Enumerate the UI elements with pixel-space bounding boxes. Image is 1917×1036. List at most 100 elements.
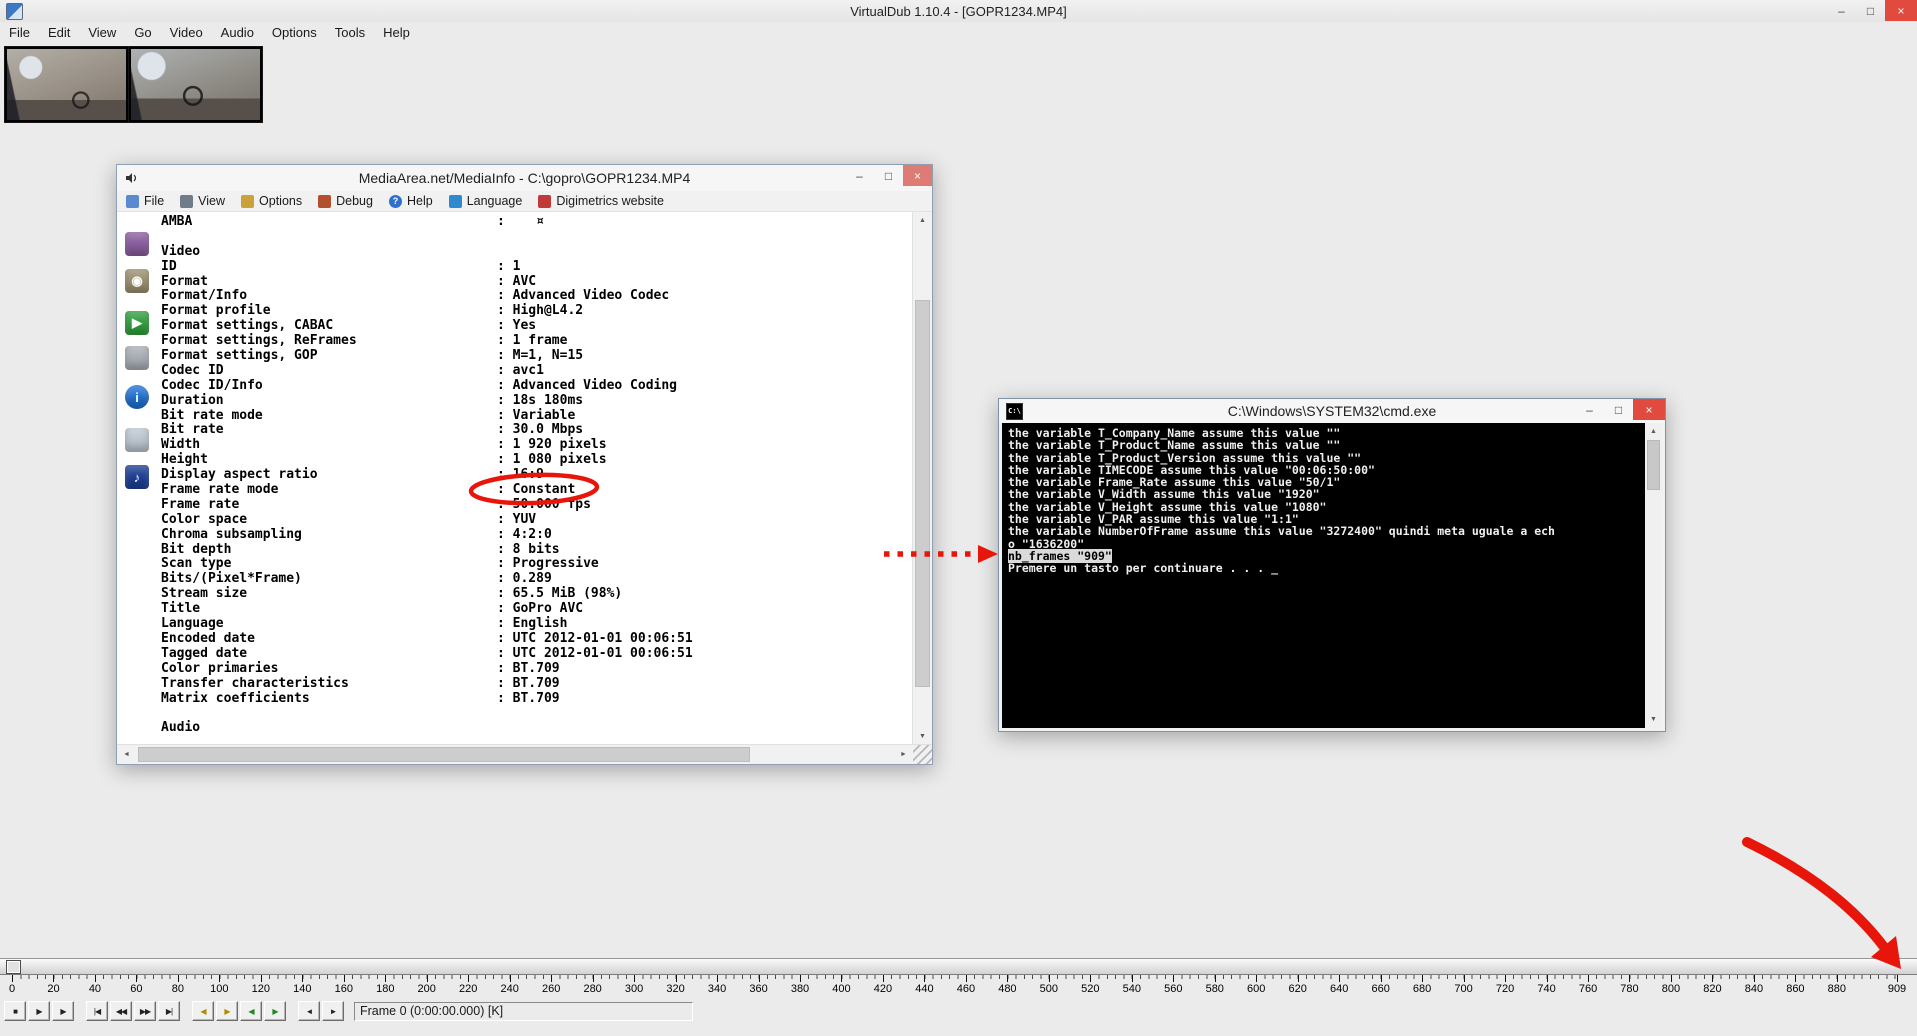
close-icon[interactable]: × — [1633, 399, 1665, 420]
mediainfo-row: Language: English — [161, 616, 908, 632]
seek-slider-thumb[interactable] — [6, 960, 21, 974]
mediainfo-row: Codec ID/Info: Advanced Video Coding — [161, 377, 908, 394]
mediainfo-row: Height: 1 080 pixels — [161, 452, 908, 468]
timeline-tick-label: 80 — [171, 983, 185, 995]
close-icon[interactable]: × — [903, 165, 932, 186]
mediainfo-row-label: Format settings, ReFrames — [161, 333, 357, 349]
timeline-tick — [1753, 975, 1755, 982]
mediainfo-row-label: Bit rate — [161, 422, 224, 438]
prev-scene-button[interactable]: ◀ — [240, 1001, 262, 1021]
go-to-end-button[interactable]: ▶| — [158, 1001, 180, 1021]
cmd-window: C:\ C:\Windows\SYSTEM32\cmd.exe – □ × th… — [998, 398, 1666, 732]
forward-button[interactable]: ▶▶ — [134, 1001, 156, 1021]
mediainfo-row-value: : 16:9 — [497, 467, 544, 483]
playback-buttons: ■ ▶ ▶ |◀ ◀◀ ▶▶ ▶| ◀ ▶ ◀ ▶ ◄ ► — [4, 1001, 344, 1021]
mediainfo-row-value: : 50.000 fps — [497, 496, 591, 512]
minimize-icon[interactable]: – — [1827, 0, 1856, 21]
input-video-pane — [4, 46, 129, 123]
mediainfo-toolbar: File View Options Debug ? Help Language Digimet… — [117, 191, 932, 212]
timeline-ruler[interactable]: 0 20 40 60 80 100 120 140 160 180 200 220 240 260 280 3… — [0, 975, 1917, 999]
mediainfo-toolbar-digimetrics-website[interactable]: Digimetrics website — [538, 194, 664, 208]
vertical-scrollbar[interactable]: ▲ ▼ — [912, 212, 932, 745]
mediainfo-title: MediaArea.net/MediaInfo - C:\gopro\GOPR1… — [358, 170, 691, 186]
timeline-tick — [592, 975, 594, 982]
play-output-button[interactable]: ▶ — [52, 1001, 74, 1021]
mediainfo-row-label: Format/Info — [161, 288, 248, 304]
horizontal-scroll-track[interactable] — [136, 745, 894, 764]
console-scrollbar[interactable]: ▲ ▼ — [1645, 423, 1662, 728]
play-input-button[interactable]: ▶ — [28, 1001, 50, 1021]
menu-item-go[interactable]: Go — [125, 23, 160, 42]
mediainfo-toolbar-debug[interactable]: Debug — [318, 194, 373, 208]
mediainfo-toolbar-file[interactable]: File — [126, 194, 164, 208]
timeline-tick-label: 740 — [1537, 983, 1556, 995]
mark-in-button[interactable]: ◄ — [298, 1001, 320, 1021]
virtualdub-main-window: VirtualDub 1.10.4 - [GOPR1234.MP4] – □ ×… — [0, 0, 1917, 1036]
horizontal-scrollbar-thumb[interactable] — [138, 747, 750, 762]
maximize-icon[interactable]: □ — [1604, 399, 1633, 420]
mediainfo-toolbar-view[interactable]: View — [180, 194, 225, 208]
toolbar-label: Options — [259, 194, 303, 208]
prev-keyframe-button[interactable]: ◀ — [192, 1001, 214, 1021]
timeline-tick — [94, 975, 96, 982]
mark-out-button[interactable]: ► — [322, 1001, 344, 1021]
timeline-tick-label: 460 — [956, 983, 976, 995]
next-scene-button[interactable]: ▶ — [264, 1001, 286, 1021]
mediainfo-row-value: : Variable — [497, 407, 576, 423]
menu-item-video[interactable]: Video — [161, 23, 212, 42]
mediainfo-toolbar-help[interactable]: ? Help — [388, 194, 433, 208]
mediainfo-toolbar-options[interactable]: Options — [241, 194, 302, 208]
timeline-tick-label: 680 — [1412, 983, 1432, 995]
go-to-start-button[interactable]: |◀ — [86, 1001, 108, 1021]
timeline-tick — [53, 975, 55, 982]
mediainfo-row: Transfer characteristics: BT.709 — [161, 676, 908, 692]
mediainfo-row-value: : BT.709 — [497, 690, 560, 706]
menu-item-file[interactable]: File — [0, 23, 39, 42]
scroll-up-icon[interactable]: ▲ — [913, 212, 932, 229]
scroll-up-icon[interactable]: ▲ — [1645, 423, 1662, 440]
mediainfo-row-value: : Advanced Video Coding — [497, 377, 678, 393]
stop-button[interactable]: ■ — [4, 1001, 26, 1021]
mediainfo-row: Duration: 18s 180ms — [161, 393, 908, 409]
timeline-tick — [1836, 975, 1838, 982]
scroll-right-icon[interactable]: ► — [894, 745, 913, 764]
menu-item-options[interactable]: Options — [263, 23, 326, 42]
timeline-tick — [509, 975, 511, 982]
timeline-tick — [924, 975, 926, 982]
mediainfo-toolbar-language[interactable]: Language — [448, 194, 522, 208]
minimize-icon[interactable]: – — [845, 165, 874, 186]
scroll-down-icon[interactable]: ▼ — [913, 728, 932, 745]
info-icon: i — [125, 385, 149, 409]
next-keyframe-button[interactable]: ▶ — [216, 1001, 238, 1021]
scrollbar-thumb[interactable] — [915, 300, 930, 687]
console-line: the variable NumberOfFrame assume this v… — [1008, 524, 1555, 539]
menu-item-help[interactable]: Help — [374, 23, 419, 42]
minimize-icon[interactable]: – — [1575, 399, 1604, 420]
timeline-tick-label: 520 — [1081, 983, 1100, 995]
menu-item-tools[interactable]: Tools — [326, 23, 374, 42]
mediainfo-row-label: Bit rate mode — [161, 407, 263, 423]
mediainfo-row-label: Format settings, CABAC — [161, 318, 334, 334]
mediainfo-row: Tagged date: UTC 2012-01-01 00:06:51 — [161, 645, 908, 662]
close-icon[interactable]: × — [1885, 0, 1917, 21]
menu-item-edit[interactable]: Edit — [39, 23, 79, 42]
menu-item-view[interactable]: View — [79, 23, 125, 42]
waveform-icon: ♪ — [125, 465, 149, 489]
scroll-left-icon[interactable]: ◄ — [117, 745, 136, 764]
mediainfo-row: ID: 1 — [161, 259, 908, 275]
window-title: VirtualDub 1.10.4 - [GOPR1234.MP4] — [850, 3, 1067, 19]
resize-grip[interactable] — [913, 745, 932, 764]
maximize-icon[interactable]: □ — [1856, 0, 1885, 21]
scroll-down-icon[interactable]: ▼ — [1645, 711, 1662, 728]
seek-slider-track[interactable] — [0, 958, 1917, 975]
menu-item-audio[interactable]: Audio — [212, 23, 263, 42]
mediainfo-row-label: Tagged date — [161, 645, 248, 661]
mediainfo-icon-rail: ◉ ▶ i ♪ — [117, 212, 159, 745]
horizontal-scrollbar[interactable]: ◄ ► — [117, 744, 932, 764]
mediainfo-row: Format settings, CABAC: Yes — [161, 318, 908, 334]
mediainfo-row: Scan type: Progressive — [161, 557, 908, 572]
maximize-icon[interactable]: □ — [874, 165, 903, 186]
mediainfo-content: ◉ ▶ i ♪ AMBA: ¤ Video ID: 1 Format: AVC Format/… — [117, 211, 932, 745]
backward-button[interactable]: ◀◀ — [110, 1001, 132, 1021]
console-scrollbar-thumb[interactable] — [1647, 440, 1660, 490]
